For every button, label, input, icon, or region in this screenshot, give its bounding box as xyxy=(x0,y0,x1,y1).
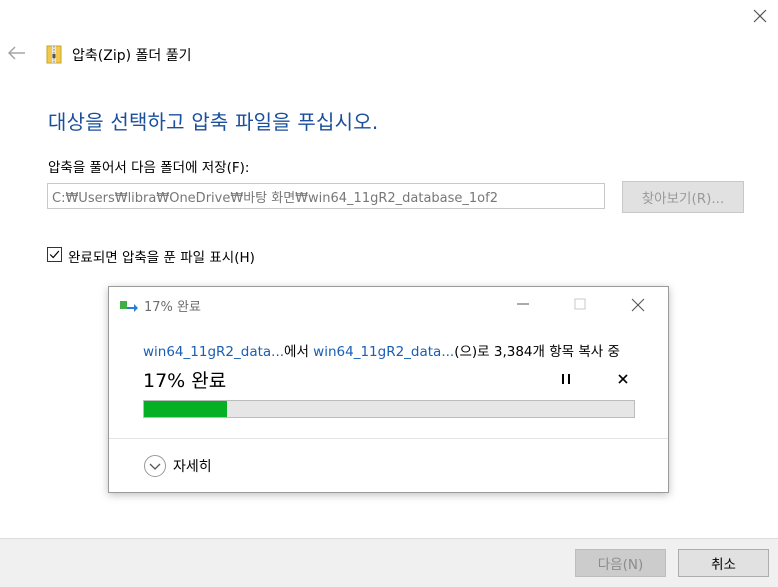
close-icon[interactable] xyxy=(748,4,772,28)
back-arrow-icon[interactable] xyxy=(6,44,28,62)
percent-complete-text: 17% 완료 xyxy=(143,370,227,392)
chevron-down-icon[interactable] xyxy=(143,454,167,478)
pause-icon[interactable] xyxy=(558,371,574,387)
page-heading: 대상을 선택하고 압축 파일을 푸십시오. xyxy=(48,110,379,134)
copy-status-text: win64_11gR2_data...에서 win64_11gR2_data..… xyxy=(143,340,620,360)
next-button[interactable]: 다음(N) xyxy=(575,549,666,577)
copy-progress-dialog: 17% 완료 win64_11gR2_data...에서 win64_11gR2… xyxy=(108,286,669,493)
minimize-icon[interactable] xyxy=(513,295,533,313)
maximize-icon xyxy=(574,298,586,310)
destination-path-input[interactable] xyxy=(47,183,605,209)
details-label[interactable]: 자세히 xyxy=(173,456,212,476)
browse-button[interactable]: 찾아보기(R)... xyxy=(622,181,744,213)
cancel-button[interactable]: 취소 xyxy=(678,549,769,577)
cancel-copy-icon[interactable] xyxy=(615,371,631,387)
copy-icon xyxy=(120,301,138,312)
destination-label: 압축을 풀어서 다음 폴더에 저장(F): xyxy=(48,160,250,176)
zip-folder-icon xyxy=(46,45,62,64)
dialog-close-icon[interactable] xyxy=(627,294,649,316)
show-files-checkbox[interactable] xyxy=(47,247,62,262)
source-link[interactable]: win64_11gR2_data... xyxy=(143,344,284,360)
items-text: (으)로 3,384개 항목 복사 중 xyxy=(454,344,620,360)
from-text: 에서 xyxy=(284,344,314,360)
progress-bar-fill xyxy=(144,401,228,417)
divider xyxy=(109,438,668,439)
window-title: 압축(Zip) 폴더 풀기 xyxy=(72,48,192,64)
progress-bar xyxy=(143,400,635,418)
show-files-label[interactable]: 완료되면 압축을 푼 파일 표시(H) xyxy=(68,246,255,266)
progress-dialog-title: 17% 완료 xyxy=(144,300,201,315)
destination-link[interactable]: win64_11gR2_data... xyxy=(313,344,454,360)
